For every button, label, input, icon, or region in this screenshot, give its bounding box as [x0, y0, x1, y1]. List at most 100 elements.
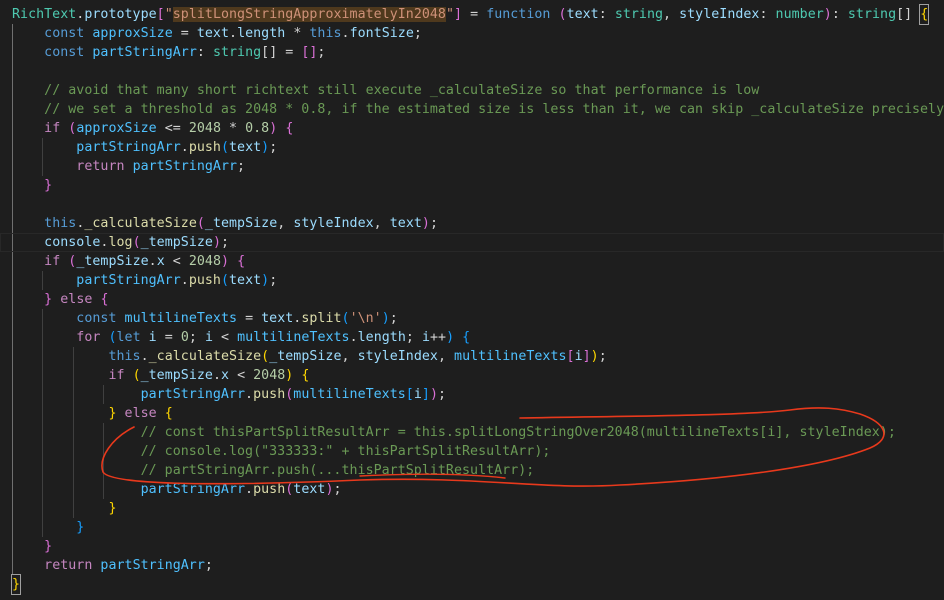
- code-line-content: if (_tempSize.x < 2048) {: [12, 254, 245, 269]
- code-line[interactable]: }: [12, 499, 116, 518]
- code-line[interactable]: // avoid that many short richtext still …: [12, 81, 759, 100]
- code-token: ): [261, 140, 270, 155]
- code-line[interactable]: console.log(_tempSize);: [0, 233, 944, 252]
- code-line[interactable]: for (let i = 0; i < multilineTexts.lengt…: [12, 328, 470, 347]
- code-line[interactable]: const multilineTexts = text.split('\n');: [12, 309, 398, 328]
- code-line[interactable]: if (approxSize <= 2048 * 0.8) {: [12, 119, 293, 138]
- code-token: :: [598, 7, 615, 22]
- code-line-content: // avoid that many short richtext still …: [12, 83, 759, 98]
- code-line[interactable]: const partStringArr: string[] = [];: [12, 43, 325, 62]
- code-editor[interactable]: RichText.prototype["splitLongStringAppro…: [0, 0, 944, 600]
- code-line[interactable]: partStringArr.push(text);: [12, 271, 277, 290]
- code-token: // partStringArr.push(...thisPartSplitRe…: [140, 463, 535, 478]
- code-line-content: // console.log("333333:" + thisPartSplit…: [12, 444, 551, 459]
- code-line[interactable]: return partStringArr;: [12, 556, 213, 575]
- code-token: this: [309, 26, 342, 41]
- code-token: text: [389, 216, 422, 231]
- code-line-content: if (_tempSize.x < 2048) {: [12, 368, 309, 383]
- code-line[interactable]: const approxSize = text.length * this.fo…: [12, 24, 422, 43]
- code-token: ;: [429, 216, 438, 231]
- code-line[interactable]: this._calculateSize(_tempSize, styleInde…: [12, 347, 607, 366]
- code-token: ]: [582, 349, 591, 364]
- code-line[interactable]: if (_tempSize.x < 2048) {: [12, 252, 245, 271]
- code-token: text: [261, 311, 294, 326]
- code-line[interactable]: RichText.prototype["splitLongStringAppro…: [12, 4, 930, 25]
- code-token: (: [108, 330, 117, 345]
- code-token: push: [188, 273, 221, 288]
- code-token: 0.8: [245, 121, 270, 136]
- code-token: {: [285, 121, 294, 136]
- code-line[interactable]: // partStringArr.push(...thisPartSplitRe…: [12, 461, 535, 480]
- code-token: .: [341, 26, 350, 41]
- code-token: <: [229, 368, 254, 383]
- code-line-content: for (let i = 0; i < multilineTexts.lengt…: [12, 330, 470, 345]
- code-line[interactable]: partStringArr.push(text);: [12, 480, 342, 499]
- code-line-content: } else {: [12, 292, 109, 307]
- code-line[interactable]: }: [12, 518, 84, 537]
- code-token: (: [132, 235, 141, 250]
- code-token: i: [204, 330, 213, 345]
- code-token: ;: [333, 482, 342, 497]
- code-line[interactable]: partStringArr.push(text);: [12, 138, 277, 157]
- code-token: partStringArr: [140, 387, 246, 402]
- code-token: ;: [405, 330, 422, 345]
- code-token: _calculateSize: [148, 349, 262, 364]
- code-token: push: [253, 387, 286, 402]
- code-line[interactable]: this._calculateSize(_tempSize, styleInde…: [12, 214, 438, 233]
- code-token: styleIndex: [293, 216, 374, 231]
- code-line[interactable]: // we set a threshold as 2048 * 0.8, if …: [12, 100, 944, 119]
- code-line[interactable]: }: [12, 176, 52, 195]
- code-line[interactable]: }: [10, 574, 22, 595]
- code-token: const: [76, 311, 117, 326]
- code-token: length: [237, 26, 286, 41]
- code-token: <=: [156, 121, 189, 136]
- code-token: =: [156, 330, 181, 345]
- code-line-content: // we set a threshold as 2048 * 0.8, if …: [12, 102, 944, 117]
- code-token: 0: [180, 330, 189, 345]
- code-token: .: [140, 349, 149, 364]
- code-token: ): [823, 7, 832, 22]
- code-line[interactable]: // const thisPartSplitResultArr = this.s…: [12, 423, 896, 442]
- code-token: else: [124, 406, 157, 421]
- code-token: .: [180, 140, 189, 155]
- code-token: text: [293, 482, 326, 497]
- code-token: ": [445, 7, 455, 22]
- code-token: :: [759, 7, 776, 22]
- code-token: ): [325, 482, 334, 497]
- code-token: text: [566, 7, 599, 22]
- code-token: }: [108, 501, 117, 516]
- code-line-content: // const thisPartSplitResultArr = this.s…: [12, 425, 896, 440]
- code-token: ,: [341, 349, 358, 364]
- code-token: [: [566, 349, 575, 364]
- code-token: _tempSize: [76, 254, 149, 269]
- code-token: ;: [269, 273, 278, 288]
- code-token: ): [261, 273, 270, 288]
- code-token: ": [164, 7, 173, 22]
- code-line[interactable]: partStringArr.push(multilineTexts[i]);: [12, 385, 446, 404]
- code-line-content: const approxSize = text.length * this.fo…: [12, 26, 422, 41]
- code-line[interactable]: // console.log("333333:" + thisPartSplit…: [12, 442, 551, 461]
- code-token: :: [831, 7, 848, 22]
- code-token: '\n': [349, 311, 382, 326]
- code-token: ): [429, 387, 438, 402]
- code-token: {: [237, 254, 246, 269]
- code-line[interactable]: return partStringArr;: [12, 157, 245, 176]
- code-line[interactable]: } else {: [12, 404, 173, 423]
- code-token: (: [558, 7, 567, 22]
- code-line[interactable]: }: [12, 537, 52, 556]
- code-token: _tempSize: [204, 216, 278, 231]
- code-line[interactable]: if (_tempSize.x < 2048) {: [12, 366, 309, 385]
- code-line[interactable]: } else {: [12, 290, 109, 309]
- code-line-content: return partStringArr;: [12, 159, 245, 174]
- code-token: splitLongStringApproximatelyIn2048: [172, 7, 446, 22]
- code-token: ): [421, 216, 430, 231]
